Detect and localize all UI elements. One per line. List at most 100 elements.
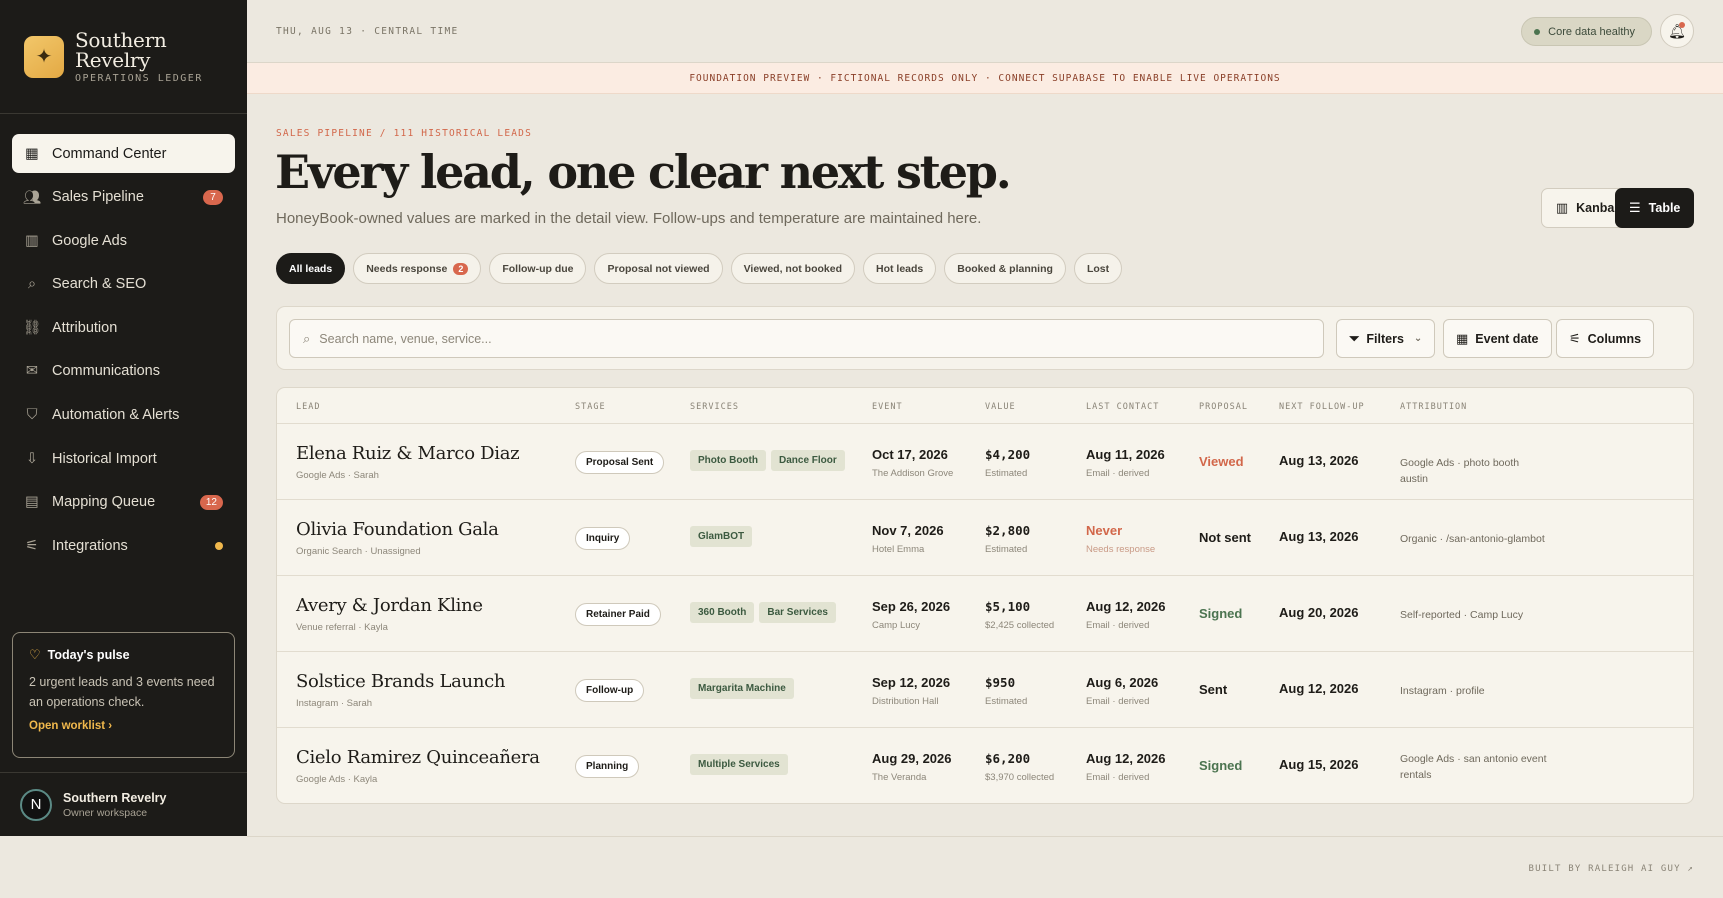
built-by-link[interactable]: BUILT BY RALEIGH AI GUY ↗ xyxy=(1529,864,1694,874)
sidebar-item-google-ads[interactable]: ▥ Google Ads xyxy=(12,221,235,260)
column-header-next-follow-up[interactable]: NEXT FOLLOW-UP xyxy=(1279,402,1365,412)
value-cell: $950 Estimated xyxy=(985,675,1027,707)
chevron-right-icon: › xyxy=(108,720,113,732)
breadcrumb: SALES PIPELINE / 111 HISTORICAL LEADS xyxy=(276,128,533,139)
stage-badge[interactable]: Follow-up xyxy=(575,679,645,702)
table-row[interactable]: Solstice Brands Launch Instagram · Sarah F… xyxy=(277,652,1693,728)
lead-value: $4,200 xyxy=(985,447,1031,462)
event-date: Aug 29, 2026 xyxy=(872,751,952,766)
notifications-button[interactable]: 🔔︎ xyxy=(1660,14,1694,48)
sidebar-item-label: Communications xyxy=(52,363,160,380)
filter-chip-proposal-not-viewed[interactable]: Proposal not viewed xyxy=(594,253,723,284)
value-cell: $2,800 Estimated xyxy=(985,523,1030,555)
filter-chip-booked-planning[interactable]: Booked & planning xyxy=(944,253,1066,284)
sidebar-item-command-center[interactable]: ▦ Command Center xyxy=(12,134,235,173)
filter-chip-hot-leads[interactable]: Hot leads xyxy=(863,253,937,284)
table-body: Elena Ruiz & Marco Diaz Google Ads · Sara… xyxy=(277,424,1693,803)
event-date-button[interactable]: ▦ Event date xyxy=(1443,319,1552,358)
event-date-label: Event date xyxy=(1475,331,1539,346)
filter-chip-all-leads[interactable]: All leads xyxy=(276,253,346,284)
column-header-value[interactable]: VALUE xyxy=(985,402,1016,412)
footer: BUILT BY RALEIGH AI GUY ↗ xyxy=(247,836,1723,898)
table-row[interactable]: Cielo Ramirez Quinceañera Google Ads · Ka… xyxy=(277,728,1693,803)
sidebar-item-label: Google Ads xyxy=(52,232,127,249)
stage-badge[interactable]: Planning xyxy=(575,755,640,778)
lead-source: Google Ads · Kayla xyxy=(296,774,378,785)
lead-name[interactable]: Olivia Foundation Gala xyxy=(296,519,499,540)
sidebar-item-communications[interactable]: ✉ Communications xyxy=(12,352,235,391)
table-view-button[interactable]: ☰ Table xyxy=(1615,188,1694,228)
sidebar-item-integrations[interactable]: ⚟ Integrations xyxy=(12,526,235,565)
value-note: Estimated xyxy=(985,544,1028,555)
search-box[interactable]: ⌕ xyxy=(289,319,1324,358)
owner-workspace[interactable]: N Southern Revelry Owner workspace xyxy=(0,772,247,836)
chip-label: Proposal not viewed xyxy=(607,262,710,275)
last-contact-note: Email · derived xyxy=(1086,696,1150,707)
event-venue: Distribution Hall xyxy=(872,696,939,707)
sidebar-item-label: Command Center xyxy=(52,145,167,162)
last-contact-note: Email · derived xyxy=(1086,620,1150,631)
current-date: THU, AUG 13 · CENTRAL TIME xyxy=(276,25,459,37)
sidebar-item-attribution[interactable]: ⛓︎ Attribution xyxy=(12,308,235,347)
sidebar-item-sales-pipeline[interactable]: 👥︎ Sales Pipeline 7 xyxy=(12,178,235,217)
lead-source: Google Ads · Sarah xyxy=(296,470,379,481)
lead-name[interactable]: Cielo Ramirez Quinceañera xyxy=(296,747,540,768)
lead-name[interactable]: Elena Ruiz & Marco Diaz xyxy=(296,443,520,464)
sidebar-item-label: Attribution xyxy=(52,319,118,336)
event-venue: The Veranda xyxy=(872,772,927,783)
column-header-stage[interactable]: STAGE xyxy=(575,402,606,412)
calendar-icon: ▦ xyxy=(1456,330,1469,346)
sidebar-item-label: Sales Pipeline xyxy=(52,189,144,206)
service-tag: 360 Booth xyxy=(690,602,755,623)
status-badge[interactable]: Core data healthy xyxy=(1521,17,1652,46)
brand-name-line2: Revelry xyxy=(75,47,151,72)
services-cell: Multiple Services xyxy=(690,754,793,775)
table-row[interactable]: Olivia Foundation Gala Organic Search · U… xyxy=(277,500,1693,576)
last-contact-cell: Aug 12, 2026 Email · derived xyxy=(1086,751,1166,783)
column-header-services[interactable]: SERVICES xyxy=(690,402,739,412)
column-header-attribution[interactable]: ATTRIBUTION xyxy=(1400,402,1467,412)
brand[interactable]: ✦ Southern Revelry OPERATIONS LEDGER xyxy=(0,0,247,114)
pulse-heart-icon: ♡ xyxy=(29,647,41,662)
chip-label: All leads xyxy=(289,262,333,275)
column-header-last-contact[interactable]: LAST CONTACT xyxy=(1086,402,1159,412)
value-note: Estimated xyxy=(985,468,1028,479)
stage-badge[interactable]: Proposal Sent xyxy=(575,451,665,474)
next-follow-up: Aug 13, 2026 xyxy=(1279,529,1359,544)
open-worklist-link[interactable]: Open worklist › xyxy=(29,720,218,732)
value-note: $3,970 collected xyxy=(985,772,1055,783)
lead-value: $5,100 xyxy=(985,599,1031,614)
sidebar-item-label: Mapping Queue xyxy=(52,494,156,511)
lead-name[interactable]: Avery & Jordan Kline xyxy=(296,595,483,616)
sidebar-item-automation-alerts[interactable]: ⛉ Automation & Alerts xyxy=(12,396,235,435)
table-row[interactable]: Elena Ruiz & Marco Diaz Google Ads · Sara… xyxy=(277,424,1693,500)
column-header-proposal[interactable]: PROPOSAL xyxy=(1199,402,1248,412)
last-contact-date: Aug 12, 2026 xyxy=(1086,599,1166,614)
chip-count-badge: 2 xyxy=(453,262,469,275)
search-input[interactable] xyxy=(319,331,1280,346)
event-date: Sep 12, 2026 xyxy=(872,675,951,690)
filter-chip-needs-response[interactable]: Needs response 2 xyxy=(353,253,482,284)
brand-subtitle: OPERATIONS LEDGER xyxy=(75,72,203,84)
columns-button[interactable]: ⚟ Columns xyxy=(1556,319,1655,358)
column-header-event[interactable]: EVENT xyxy=(872,402,903,412)
table-row[interactable]: Avery & Jordan Kline Venue referral · Kay… xyxy=(277,576,1693,652)
filter-chip-lost[interactable]: Lost xyxy=(1073,253,1123,284)
value-note: $2,425 collected xyxy=(985,620,1055,631)
grid-icon: ▦ xyxy=(25,145,39,162)
event-cell: Sep 12, 2026 Distribution Hall xyxy=(872,675,950,707)
column-header-lead[interactable]: LEAD xyxy=(296,402,320,412)
status-dot-icon xyxy=(215,541,223,550)
filter-chip-viewed-not-booked[interactable]: Viewed, not booked xyxy=(730,253,855,284)
services-cell: Photo Booth Dance Floor xyxy=(690,450,850,471)
sidebar-item-historical-import[interactable]: ⇩ Historical Import xyxy=(12,439,235,478)
filter-chip-follow-up-due[interactable]: Follow-up due xyxy=(489,253,587,284)
lead-name[interactable]: Solstice Brands Launch xyxy=(296,671,506,692)
sidebar-item-mapping-queue[interactable]: ▤ Mapping Queue 12 xyxy=(12,483,235,522)
lead-cell: Avery & Jordan Kline Venue referral · Kay… xyxy=(296,595,483,633)
pulse-text: 2 urgent leads and 3 events need an oper… xyxy=(29,675,215,709)
stage-badge[interactable]: Retainer Paid xyxy=(575,603,661,626)
stage-badge[interactable]: Inquiry xyxy=(575,527,631,550)
sidebar-item-search-seo[interactable]: ⌕ Search & SEO xyxy=(12,265,235,304)
filters-button[interactable]: ⏷ Filters ⌄ xyxy=(1336,319,1436,358)
